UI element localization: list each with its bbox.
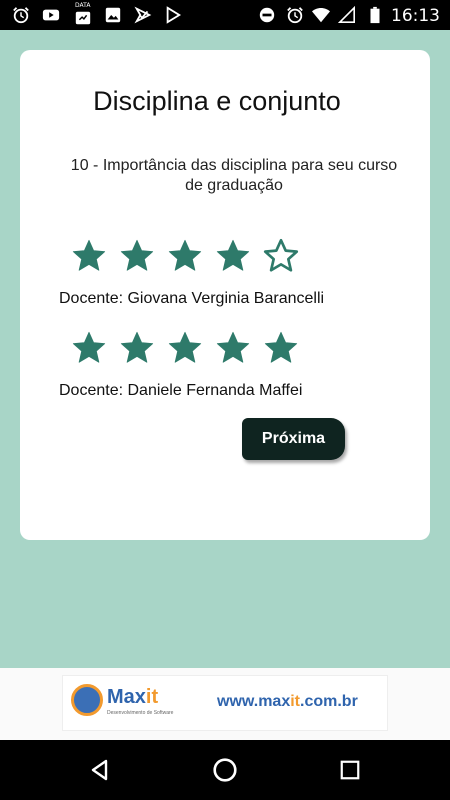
alarm-icon — [12, 6, 30, 24]
rating-stars-docente-1[interactable] — [71, 237, 311, 275]
wifi-icon — [312, 6, 330, 24]
star-filled-icon[interactable] — [167, 329, 215, 367]
status-bar: DATA 16:13 — [0, 0, 450, 30]
next-button[interactable]: Próxima — [242, 418, 345, 460]
ad-tagline: Desenvolvimento de Software — [107, 710, 174, 716]
question-text: 10 - Importância das disciplina para seu… — [70, 157, 398, 194]
star-filled-icon[interactable] — [215, 237, 263, 275]
ad-url: www.maxit.com.br — [217, 693, 358, 710]
data-icon — [74, 9, 92, 27]
data-saver-label: DATA — [75, 2, 91, 9]
docente-name-2: Docente: Daniele Fernanda Maffei — [59, 382, 303, 399]
alarm-icon — [286, 6, 304, 24]
rating-stars-docente-2[interactable] — [71, 329, 311, 367]
star-filled-icon[interactable] — [71, 329, 119, 367]
play-store-icon — [164, 6, 182, 24]
star-filled-icon[interactable] — [119, 237, 167, 275]
ad-banner[interactable]: Maxit Desenvolvimento de Software www.ma… — [62, 675, 388, 731]
check-icon — [134, 6, 152, 24]
star-filled-icon[interactable] — [263, 329, 311, 367]
battery-icon — [366, 6, 384, 24]
star-empty-icon[interactable] — [263, 237, 311, 275]
signal-icon — [338, 6, 356, 24]
star-filled-icon[interactable] — [167, 237, 215, 275]
star-filled-icon[interactable] — [119, 329, 167, 367]
status-time: 16:13 — [391, 6, 440, 26]
back-icon[interactable] — [85, 755, 115, 785]
star-filled-icon[interactable] — [215, 329, 263, 367]
home-icon[interactable] — [210, 755, 240, 785]
recents-icon[interactable] — [335, 755, 365, 785]
gallery-icon — [104, 6, 122, 24]
star-filled-icon[interactable] — [71, 237, 119, 275]
docente-name-1: Docente: Giovana Verginia Barancelli — [59, 290, 325, 307]
maxit-logo-icon — [71, 684, 103, 716]
ad-brand: Maxit — [107, 686, 159, 708]
do-not-disturb-icon — [258, 6, 276, 24]
page-title: Disciplina e conjunto — [93, 86, 341, 116]
navigation-bar — [0, 740, 450, 800]
youtube-icon — [42, 6, 60, 24]
